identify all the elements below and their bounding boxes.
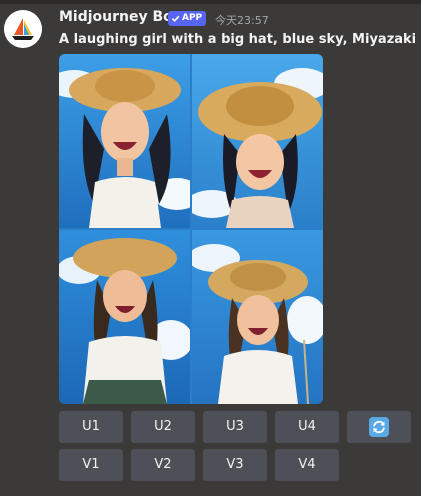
v1-button[interactable]: V1 <box>59 449 123 481</box>
v2-button[interactable]: V2 <box>131 449 195 481</box>
v3-button[interactable]: V3 <box>203 449 267 481</box>
top-divider <box>0 0 421 4</box>
reroll-button[interactable] <box>347 411 411 443</box>
message-area: Midjourney Bot APP 今天23:57 A laughing gi… <box>0 0 421 496</box>
v4-button[interactable]: V4 <box>275 449 339 481</box>
timestamp: 今天23:57 <box>215 14 269 27</box>
image-3[interactable] <box>59 230 190 404</box>
prompt-text: A laughing girl with a big hat, blue sky… <box>59 32 421 47</box>
sailboat-logo-icon <box>4 10 42 48</box>
image-2[interactable] <box>192 54 323 228</box>
image-grid[interactable] <box>59 54 323 404</box>
image-4[interactable] <box>192 230 323 404</box>
avatar[interactable] <box>4 10 42 48</box>
u2-button[interactable]: U2 <box>131 411 195 443</box>
u3-button[interactable]: U3 <box>203 411 267 443</box>
author-name[interactable]: Midjourney Bot <box>59 9 179 25</box>
app-badge-label: APP <box>182 13 203 23</box>
u4-button[interactable]: U4 <box>275 411 339 443</box>
u1-button[interactable]: U1 <box>59 411 123 443</box>
image-1[interactable] <box>59 54 190 228</box>
verified-check-icon <box>171 15 180 23</box>
refresh-icon <box>369 417 389 437</box>
app-badge: APP <box>168 11 207 26</box>
